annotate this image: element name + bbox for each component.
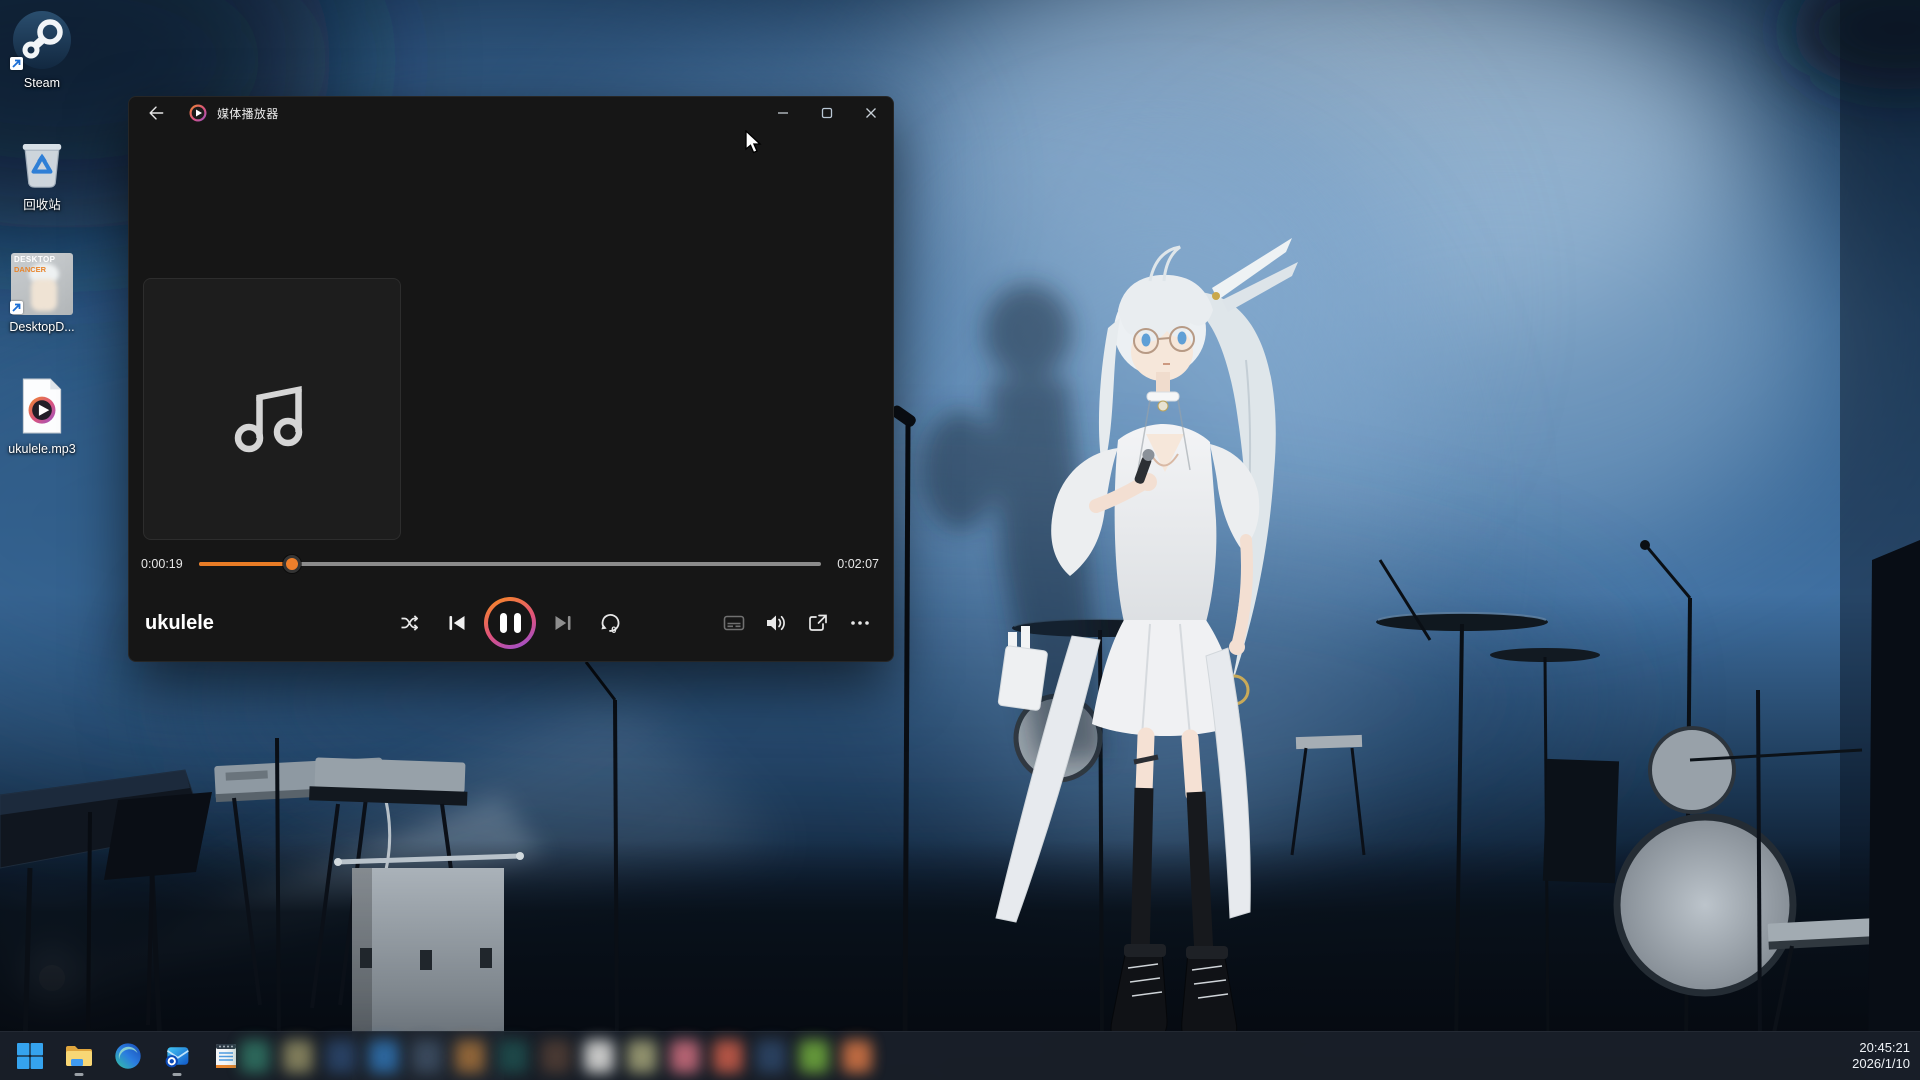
- close-icon: [865, 107, 877, 119]
- previous-track-icon: [445, 611, 469, 635]
- recycle-bin-icon: [18, 134, 66, 190]
- window-title: 媒体播放器: [217, 105, 279, 122]
- blurred-app-icon[interactable]: [498, 1040, 528, 1073]
- blurred-app-icon[interactable]: [283, 1040, 313, 1073]
- minimize-icon: [777, 107, 789, 119]
- shuffle-icon: [399, 612, 421, 634]
- taskbar-start-button[interactable]: [12, 1034, 48, 1078]
- blurred-app-icon[interactable]: [369, 1040, 399, 1073]
- windows-start-icon: [16, 1042, 44, 1070]
- desktop-icon-desktop-dancer[interactable]: DESKTOP DANCER DesktopD...: [2, 252, 82, 334]
- seek-thumb[interactable]: [283, 555, 301, 573]
- pause-icon: [488, 601, 532, 645]
- media-player-window: 媒体播放器: [128, 96, 894, 662]
- thumb-text-desktop: DESKTOP: [14, 255, 55, 264]
- more-options-button[interactable]: [841, 604, 879, 642]
- titlebar: 媒体播放器: [129, 97, 893, 129]
- maximize-icon: [821, 107, 833, 119]
- desktop-icon-steam[interactable]: Steam: [2, 8, 82, 90]
- taskbar-blurred-apps[interactable]: [240, 1032, 872, 1080]
- total-time: 0:02:07: [835, 557, 879, 571]
- taskbar-edge[interactable]: [110, 1034, 146, 1078]
- clock-date: 2026/1/10: [1852, 1056, 1910, 1072]
- seek-row: 0:00:19 0:02:07: [141, 553, 879, 575]
- more-options-icon: [848, 611, 872, 635]
- subtitles-icon: [722, 611, 746, 635]
- shortcut-arrow-icon: [10, 57, 23, 70]
- running-indicator: [75, 1073, 84, 1076]
- blurred-app-icon[interactable]: [584, 1040, 614, 1073]
- taskbar-file-explorer[interactable]: [61, 1034, 97, 1078]
- desktop-icon-recycle-bin[interactable]: 回收站: [2, 130, 82, 212]
- blurred-app-icon[interactable]: [842, 1040, 872, 1073]
- file-explorer-icon: [64, 1041, 94, 1071]
- blurred-app-icon[interactable]: [756, 1040, 786, 1073]
- desktop-icon-label: ukulele.mp3: [2, 442, 82, 456]
- svg-text:0: 0: [611, 625, 616, 635]
- album-art-placeholder: [143, 278, 401, 540]
- blurred-app-icon[interactable]: [326, 1040, 356, 1073]
- pause-button[interactable]: [484, 597, 536, 649]
- music-note-icon: [222, 359, 322, 459]
- next-track-icon: [551, 611, 575, 635]
- mouse-cursor: [745, 130, 763, 156]
- blurred-app-icon[interactable]: [412, 1040, 442, 1073]
- blurred-app-icon[interactable]: [240, 1040, 270, 1073]
- windows-desktop: Steam 回收站 DESKTOP DANCER DesktopD...: [0, 0, 1920, 1080]
- desktop-icon-ukulele-mp3[interactable]: ukulele.mp3: [2, 374, 82, 456]
- close-button[interactable]: [849, 98, 893, 129]
- blurred-app-icon[interactable]: [541, 1040, 571, 1073]
- clock-time: 20:45:21: [1852, 1040, 1910, 1056]
- edge-icon: [114, 1042, 142, 1070]
- playback-controls: ukulele: [141, 599, 879, 647]
- subtitles-button[interactable]: [715, 604, 753, 642]
- blurred-app-icon[interactable]: [455, 1040, 485, 1073]
- elapsed-time: 0:00:19: [141, 557, 185, 571]
- media-player-app-icon: [189, 104, 207, 122]
- thumb-text-dancer: DANCER: [14, 265, 46, 274]
- repeat-icon: 0: [598, 611, 622, 635]
- mini-player-button[interactable]: [799, 604, 837, 642]
- desktop-icon-label: Steam: [2, 76, 82, 90]
- taskbar: 20:45:21 2026/1/10: [0, 1031, 1920, 1080]
- desktop-icon-label: 回收站: [2, 198, 82, 212]
- minimize-button[interactable]: [761, 98, 805, 129]
- next-track-button[interactable]: [543, 603, 583, 643]
- taskbar-notepad[interactable]: [208, 1034, 244, 1078]
- blurred-app-icon[interactable]: [627, 1040, 657, 1073]
- back-arrow-icon: [146, 103, 166, 123]
- shortcut-arrow-icon: [10, 301, 23, 314]
- blurred-app-icon[interactable]: [799, 1040, 829, 1073]
- volume-button[interactable]: [757, 604, 795, 642]
- blurred-app-icon[interactable]: [670, 1040, 700, 1073]
- notepad-icon: [214, 1042, 238, 1070]
- blurred-app-icon[interactable]: [713, 1040, 743, 1073]
- track-title: ukulele: [145, 612, 214, 635]
- taskbar-clock[interactable]: 20:45:21 2026/1/10: [1852, 1040, 1910, 1072]
- desktop-icon-label: DesktopD...: [2, 320, 82, 334]
- previous-track-button[interactable]: [437, 603, 477, 643]
- mini-player-icon: [806, 611, 830, 635]
- taskbar-outlook[interactable]: [159, 1034, 195, 1078]
- outlook-icon: [163, 1042, 191, 1070]
- running-indicator: [173, 1073, 182, 1076]
- seek-fill: [199, 562, 292, 566]
- shuffle-button[interactable]: [390, 603, 430, 643]
- repeat-button[interactable]: 0: [590, 603, 630, 643]
- maximize-button[interactable]: [805, 98, 849, 129]
- seek-bar[interactable]: [199, 562, 821, 566]
- mp3-file-icon: [19, 377, 65, 435]
- volume-icon: [764, 611, 788, 635]
- back-button[interactable]: [137, 98, 175, 128]
